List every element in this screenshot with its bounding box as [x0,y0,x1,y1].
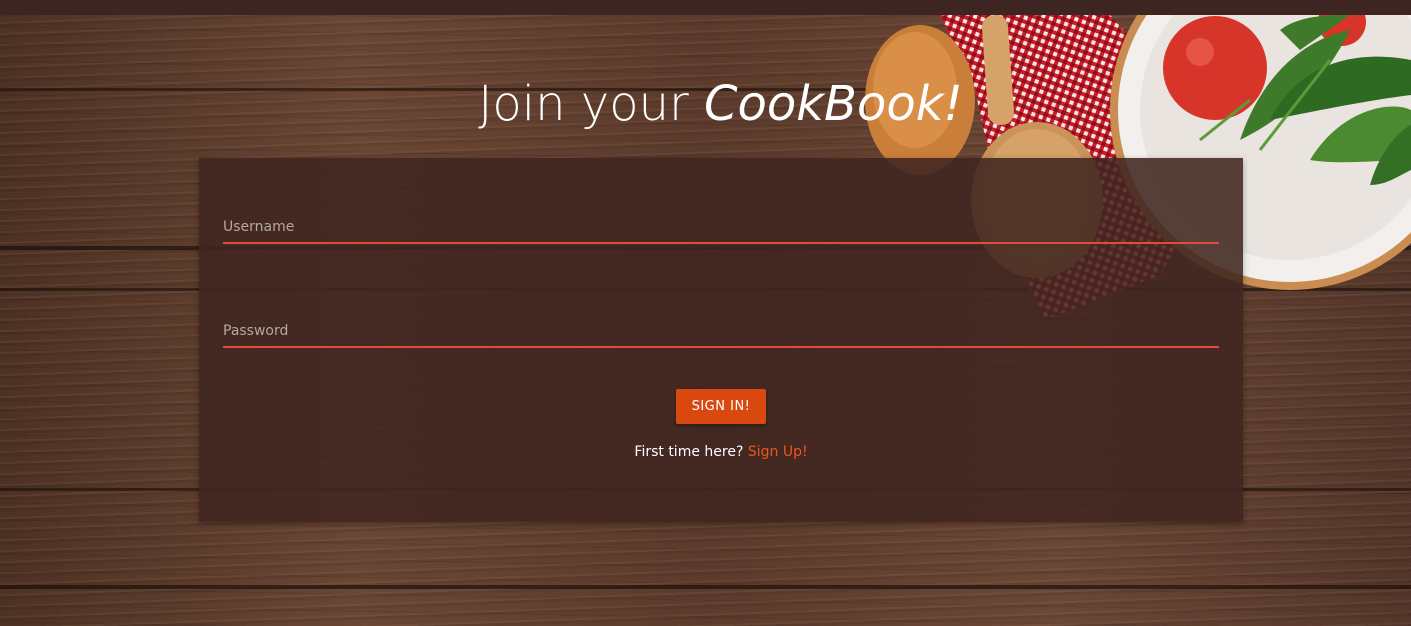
username-field [223,214,1219,244]
login-card: SIGN IN! First time here? Sign Up! [199,158,1243,522]
username-input[interactable] [223,214,1219,240]
password-field [223,318,1219,348]
login-page: Join your CookBook! SIGN IN! First time … [0,0,1411,626]
sign-in-button[interactable]: SIGN IN! [676,389,766,424]
signup-prompt: First time here? Sign Up! [199,443,1243,461]
page-title: Join your CookBook! [0,74,1411,134]
signup-prompt-text: First time here? [634,444,744,460]
wood-plank-seam [0,585,1411,589]
top-navigation-bar [0,0,1411,15]
page-title-prefix: Join your [478,76,704,132]
sign-up-link[interactable]: Sign Up! [748,444,808,460]
password-input[interactable] [223,318,1219,344]
brand-name: CookBook! [703,76,963,132]
